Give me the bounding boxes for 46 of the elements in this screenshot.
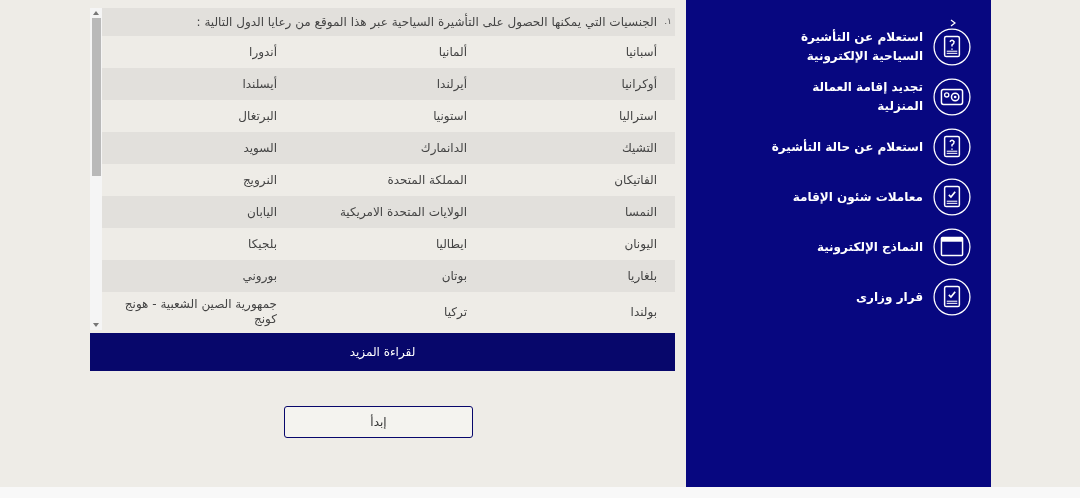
country-name: الدانمارك <box>420 140 467 156</box>
country-name: ايطاليا <box>435 236 467 252</box>
country-name: أيسلندا <box>242 76 277 92</box>
country-name: المملكة المتحدة <box>387 172 467 188</box>
country-name: اليابان <box>246 204 277 220</box>
country-name: بلغاريا <box>627 268 657 284</box>
country-name: النمسا <box>625 204 657 220</box>
country-name: أسبانيا <box>625 44 657 60</box>
document-question-icon <box>933 128 971 166</box>
country-name: أندورا <box>249 44 277 60</box>
country-name: الفاتيكان <box>614 172 657 188</box>
country-name: أوكرانيا <box>621 76 657 92</box>
document-check-icon <box>933 178 971 216</box>
document-question-icon <box>933 28 971 66</box>
country-name: بولندا <box>630 304 657 320</box>
scrollbar[interactable] <box>90 8 102 330</box>
form-window-icon <box>933 228 971 266</box>
country-name: البرتغال <box>238 108 277 124</box>
country-name: النرويج <box>242 172 277 188</box>
country-name: التشيك <box>621 140 657 156</box>
country-name: بوتان <box>441 268 467 284</box>
country-name: ألمانيا <box>438 44 467 60</box>
document-check-icon <box>933 278 971 316</box>
country-name: تركيا <box>444 304 467 320</box>
country-name: استراليا <box>619 108 657 124</box>
start-button[interactable]: إبدأ <box>284 406 473 438</box>
card-icon <box>933 78 971 116</box>
country-name: السويد <box>243 140 277 156</box>
country-name: اليونان <box>624 236 657 252</box>
country-name: أيرلندا <box>436 76 467 92</box>
side-menu-item[interactable]: تجديد إقامة العمالة المنزلية <box>686 78 971 116</box>
scroll-up-icon[interactable] <box>93 11 99 15</box>
country-name: جمهورية الصين الشعبية - هونج كونج <box>123 297 277 327</box>
intro-text: الجنسيات التي يمكنها الحصول على التأشيرة السياحية عبر هذا الموقع من رعايا الدول التالية : <box>196 13 658 31</box>
side-menu-item[interactable]: استعلام عن حالة التأشيرة <box>686 128 971 166</box>
side-menu-item[interactable]: معاملات شئون الإقامة <box>686 178 971 216</box>
country-name: استونيا <box>433 108 467 124</box>
scroll-down-icon[interactable] <box>93 323 99 327</box>
country-name: الولايات المتحدة الامريكية <box>339 204 467 220</box>
list-marker: ١. <box>663 15 673 29</box>
side-menu-item[interactable]: استعلام عن التأشيرة السياحية الإلكترونية <box>686 28 971 66</box>
side-menu-item[interactable]: قرار وزارى <box>686 278 971 316</box>
read-more-button[interactable]: لقراءة المزيد <box>90 333 675 371</box>
country-name: بوروني <box>242 268 277 284</box>
country-name: بلجيكا <box>248 236 277 252</box>
side-menu-item[interactable]: النماذج الإلكترونية <box>686 228 971 266</box>
